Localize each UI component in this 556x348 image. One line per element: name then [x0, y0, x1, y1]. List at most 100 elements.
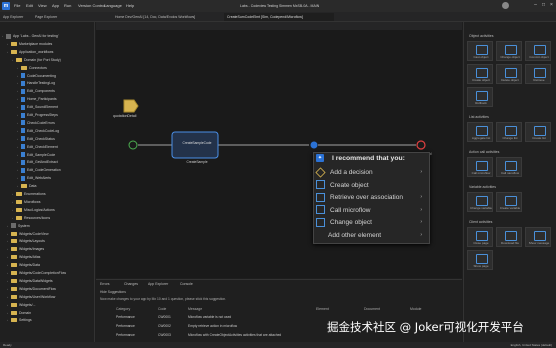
tree-item[interactable]: › Edit_SampleCode	[17, 152, 95, 159]
toolbox-tile[interactable]: Show page	[467, 250, 493, 270]
tree-item[interactable]: › Widgets/User/Workflow	[7, 294, 95, 301]
bottom-tab[interactable]: Errors	[100, 281, 110, 287]
column-header[interactable]: Category	[116, 307, 130, 311]
mendix-logo[interactable]: m	[2, 2, 10, 10]
bottom-tab[interactable]: Changes	[124, 281, 138, 287]
menu-item[interactable]: Edit	[26, 2, 33, 10]
tree-item[interactable]: › Home_Participants	[17, 96, 95, 103]
minimize-icon[interactable]: –	[532, 2, 539, 9]
tree-item[interactable]: › Edit_CheckElement	[17, 144, 95, 151]
menu-item[interactable]: App	[52, 2, 59, 10]
tab-document-1[interactable]: Home Dev/GenAI [14, Doc, Data/Evolos Wor…	[112, 13, 222, 21]
tree-item[interactable]: › Enumerations	[12, 191, 95, 198]
popup-item[interactable]: Change object ›	[316, 217, 426, 228]
menu-item[interactable]: View	[38, 2, 47, 10]
column-header[interactable]: Element	[316, 307, 329, 311]
menu-item[interactable]: Version Control	[78, 2, 105, 10]
toolbox-tile[interactable]: Create object	[467, 64, 493, 84]
tree-item[interactable]: › Application_workflows	[7, 49, 95, 56]
tab-document-2[interactable]: CreateSumCodeElmt [Sim, Codepend/Microfl…	[224, 13, 334, 21]
toolbox-tile[interactable]: Cast object	[467, 41, 493, 61]
column-header[interactable]: Code	[158, 307, 166, 311]
toolbox-tile[interactable]: Call nanoflow	[496, 157, 522, 177]
column-header[interactable]: Document	[364, 307, 380, 311]
tree-item[interactable]: › Edit_CheckStatus	[17, 136, 95, 143]
tab-page-explorer[interactable]: Page Explorer	[32, 13, 72, 21]
tree-item[interactable]: › HandleTestingLog	[17, 80, 95, 87]
tree-item[interactable]: › Widgets/Images	[7, 246, 95, 253]
tree-item[interactable]: › CheckCodeErrors	[17, 120, 95, 127]
toolbox-tile[interactable]: Close page	[467, 227, 493, 247]
toolbox-tile[interactable]: Rollback	[467, 87, 493, 107]
toolbox-tile[interactable]: Change list	[496, 122, 522, 142]
toolbox-tile[interactable]: Download file	[496, 227, 522, 247]
tree-item[interactable]: › Misc/Logics/Actions	[12, 207, 95, 214]
tree-item[interactable]: › Widgets/Atlas	[7, 254, 95, 261]
toolbox-section-title[interactable]: Variable activities	[466, 184, 554, 190]
tree-item[interactable]: › Widgets/...	[7, 302, 95, 309]
toolbox-tile[interactable]: Call microflow	[467, 157, 493, 177]
tree-item[interactable]: › CodeDocumenting	[17, 73, 95, 80]
tree-item[interactable]: › Edit_CheckCodeLog	[17, 128, 95, 135]
hide-suggestions-toggle[interactable]: Hide Suggestions	[100, 290, 126, 294]
tree-item[interactable]: › Widgets/CodeView	[7, 231, 95, 238]
tree-item[interactable]: › Edit_GetAndExtract	[17, 159, 95, 166]
document-icon	[21, 88, 25, 94]
toolbox-section-title[interactable]: Object activities	[466, 33, 554, 39]
toolbox-tile[interactable]: Commit object	[525, 41, 551, 61]
column-header[interactable]: Module	[410, 307, 421, 311]
toolbox-section-title[interactable]: Action call activities	[466, 149, 554, 155]
tree-item[interactable]: › Edit_WebAlerts	[17, 175, 95, 182]
toolbox-tile[interactable]: Change variable	[467, 192, 493, 212]
popup-item[interactable]: Create object	[316, 180, 426, 191]
toolbox-tile[interactable]: Delete object	[496, 64, 522, 84]
avatar[interactable]	[502, 2, 509, 9]
toolbox-section-title[interactable]: List activities	[466, 114, 554, 120]
popup-item[interactable]: Call microflow ›	[316, 205, 426, 216]
close-icon[interactable]: ×	[548, 2, 555, 9]
toolbox-tile[interactable]: Create list	[525, 122, 551, 142]
tree-item[interactable]: › Edit_SoundElement	[17, 104, 95, 111]
tree-item[interactable]: › Connectors	[17, 65, 95, 72]
tree-item[interactable]: › Widgets/CodeCompletionFlow	[7, 270, 95, 277]
tree-item[interactable]: › Data	[17, 183, 95, 190]
tree-item[interactable]: › Marketplace modules	[7, 41, 95, 48]
tree-item[interactable]: › Microflows	[12, 199, 95, 206]
popup-item[interactable]: Retrieve over association ›	[316, 192, 426, 203]
toolbox-tile[interactable]: Change object	[496, 41, 522, 61]
tree-item[interactable]: › Edit_CodeGeneration	[17, 167, 95, 174]
tree-item[interactable]: › Resources/Icons	[12, 215, 95, 222]
tree-item[interactable]: › System	[7, 223, 95, 230]
tree-item[interactable]: › Settings	[7, 317, 95, 324]
table-cell: CW0003	[158, 333, 171, 337]
tab-app-explorer[interactable]: App Explorer	[0, 13, 32, 21]
column-header[interactable]: Message	[188, 307, 202, 311]
tree-item[interactable]: › Widgets/Data	[7, 262, 95, 269]
toolbox-tile[interactable]: Create variable	[496, 192, 522, 212]
tree-item[interactable]: › Edit_ProgressSteps	[17, 112, 95, 119]
tree-item[interactable]: › Domain	[7, 310, 95, 317]
menu-item[interactable]: Help	[126, 2, 134, 10]
recommend-icon: ✦	[316, 154, 324, 162]
menu-item[interactable]: Run	[64, 2, 71, 10]
popup-item[interactable]: Add other element ›	[316, 230, 426, 241]
toolbox-tile[interactable]: Show message	[525, 227, 551, 247]
menu-item[interactable]: Language	[104, 2, 122, 10]
tree-item[interactable]: › App 'Labs - GenAI for testing'	[2, 33, 95, 40]
tree-item[interactable]: › Widgets/DocumentFlow	[7, 286, 95, 293]
module-icon	[6, 33, 11, 39]
menu-item[interactable]: File	[14, 2, 20, 10]
tree-item[interactable]: › Edit_Components	[17, 88, 95, 95]
toolbox-section-title[interactable]: Client activities	[466, 219, 554, 225]
popup-item-label: Retrieve over association	[330, 194, 403, 201]
tree-item[interactable]: › Domain (for Port Study)	[12, 57, 95, 64]
tree-item[interactable]: › Widgets/DataWidgets	[7, 278, 95, 285]
toolbox-tile[interactable]: Retrieve	[525, 64, 551, 84]
bottom-tab[interactable]: Console	[180, 281, 193, 287]
maximize-icon[interactable]: □	[540, 2, 547, 9]
toolbox-tile[interactable]: Aggregate list	[467, 122, 493, 142]
popup-item[interactable]: Add a decision ›	[315, 167, 426, 178]
folder-icon	[11, 263, 17, 268]
bottom-tab[interactable]: App Explorer	[148, 281, 168, 287]
tree-item[interactable]: › Widgets/Layouts	[7, 238, 95, 245]
